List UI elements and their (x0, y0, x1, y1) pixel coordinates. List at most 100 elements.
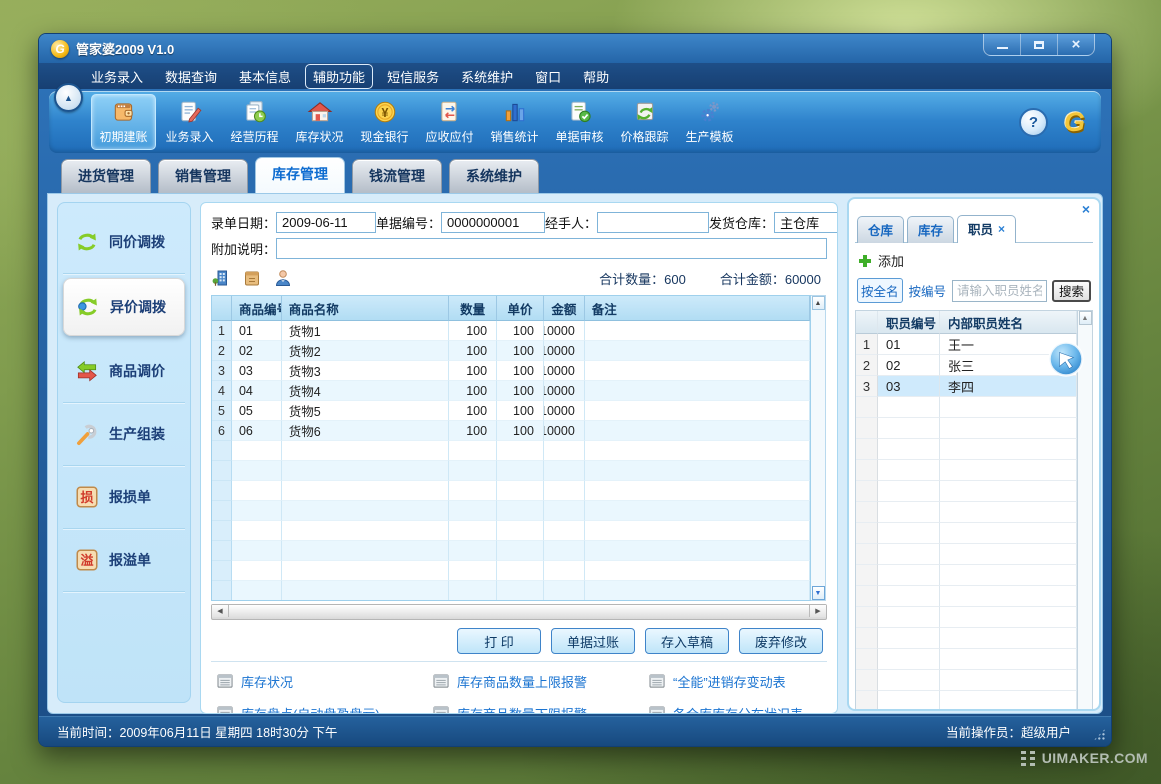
lookup-tab[interactable]: 仓库 (857, 216, 904, 243)
doc-number-input[interactable] (441, 212, 545, 233)
ship-warehouse-input[interactable] (774, 212, 838, 233)
action-button[interactable]: 单据过账 (551, 628, 635, 654)
note-input[interactable] (276, 238, 827, 259)
toolbar-item[interactable]: 生产模板 (678, 95, 741, 149)
filter-by-fullname-button[interactable]: 按全名 (857, 278, 903, 303)
staff-row[interactable] (856, 502, 1077, 523)
minimize-button[interactable] (984, 34, 1020, 55)
staff-row[interactable]: 101王一 (856, 334, 1077, 355)
table-row[interactable] (212, 501, 810, 521)
sidebar-item[interactable]: 生产组装 (63, 403, 185, 466)
menu-item[interactable]: 短信服务 (379, 64, 447, 89)
quick-link[interactable]: “全能”进销存变动表 (649, 672, 823, 691)
staff-row[interactable] (856, 523, 1077, 544)
tab-close-icon[interactable]: × (998, 223, 1005, 235)
tab-item[interactable]: 钱流管理 (352, 159, 442, 193)
table-row[interactable]: 505货物510010010000 (212, 401, 810, 421)
toolbar-item[interactable]: 经营历程 (223, 95, 286, 149)
staff-row[interactable] (856, 691, 1077, 711)
menu-item[interactable]: 系统维护 (453, 64, 521, 89)
items-table-vscrollbar[interactable]: ▲ ▼ (811, 295, 826, 601)
warehouse-picker-icon[interactable] (211, 268, 231, 288)
table-row[interactable]: 101货物110010010000 (212, 321, 810, 341)
toolbar-item[interactable]: 业务录入 (158, 95, 221, 149)
table-row[interactable] (212, 541, 810, 561)
order-date-input[interactable] (276, 212, 376, 233)
staff-row[interactable] (856, 439, 1077, 460)
toolbar-item[interactable]: 销售统计 (483, 95, 546, 149)
menu-item[interactable]: 帮助 (575, 64, 617, 89)
table-row[interactable] (212, 521, 810, 541)
staff-row[interactable] (856, 481, 1077, 502)
stock-picker-icon[interactable] (242, 268, 262, 288)
toolbar-item[interactable]: ¥现金银行 (353, 95, 416, 149)
table-row[interactable] (212, 481, 810, 501)
toolbar-item[interactable]: 应收应付 (418, 95, 481, 149)
help-icon[interactable]: ? (1019, 108, 1048, 137)
staff-row[interactable]: 303李四 (856, 376, 1077, 397)
action-button[interactable]: 存入草稿 (645, 628, 729, 654)
quick-link[interactable]: 库存商品数量上限报警 (433, 672, 649, 691)
action-button[interactable]: 废弃修改 (739, 628, 823, 654)
filter-by-code-button[interactable]: 按编号 (908, 279, 948, 302)
staff-row[interactable] (856, 460, 1077, 481)
toolbar-item[interactable]: 价格跟踪 (613, 95, 676, 149)
menu-item[interactable]: 辅助功能 (305, 64, 373, 89)
table-row[interactable] (212, 581, 810, 601)
staff-row[interactable] (856, 628, 1077, 649)
sidebar-item[interactable]: 同价调拨 (63, 211, 185, 274)
scroll-up-icon[interactable]: ▲ (1079, 311, 1092, 325)
staff-row[interactable] (856, 565, 1077, 586)
table-row[interactable]: 404货物410010010000 (212, 381, 810, 401)
scroll-up-icon[interactable]: ▲ (812, 296, 825, 310)
staff-row[interactable] (856, 649, 1077, 670)
sidebar-item[interactable]: 溢报溢单 (63, 529, 185, 592)
table-row[interactable]: 303货物310010010000 (212, 361, 810, 381)
search-button[interactable]: 搜索 (1052, 280, 1091, 302)
scroll-right-icon[interactable]: ▶ (809, 605, 826, 617)
toolbar-item[interactable]: 单据审核 (548, 95, 611, 149)
table-row[interactable] (212, 461, 810, 481)
staff-row[interactable] (856, 397, 1077, 418)
lookup-tab[interactable]: 库存 (907, 216, 954, 243)
quick-link[interactable]: 库存状况 (217, 672, 433, 691)
panel-close-icon[interactable]: × (1082, 202, 1090, 216)
quick-link[interactable]: 库存商品数量下限报警 (433, 704, 649, 714)
add-button[interactable]: 添加 (878, 251, 904, 270)
table-row[interactable]: 202货物210010010000 (212, 341, 810, 361)
toolbar-item[interactable]: 库存状况 (288, 95, 351, 149)
tab-item[interactable]: 进货管理 (61, 159, 151, 193)
staff-search-input[interactable] (952, 280, 1047, 302)
maximize-button[interactable] (1020, 34, 1057, 55)
table-row[interactable] (212, 561, 810, 581)
staff-row[interactable] (856, 544, 1077, 565)
handler-input[interactable] (597, 212, 709, 233)
staff-row[interactable] (856, 586, 1077, 607)
tab-item[interactable]: 系统维护 (449, 159, 539, 193)
scroll-left-icon[interactable]: ◀ (212, 605, 229, 617)
lookup-tab-active[interactable]: 职员× (957, 215, 1016, 243)
staff-row[interactable]: 202张三 (856, 355, 1077, 376)
menu-item[interactable]: 业务录入 (83, 64, 151, 89)
staff-row[interactable] (856, 418, 1077, 439)
staff-table-vscrollbar[interactable]: ▲ ▼ (1078, 310, 1093, 711)
quick-link[interactable]: 库存盘点(自动盘盈盘亏) (217, 704, 433, 714)
action-button[interactable]: 打 印 (457, 628, 541, 654)
toolbar-item[interactable]: 初期建账 (91, 94, 156, 150)
staff-row[interactable] (856, 670, 1077, 691)
table-row[interactable]: 606货物610010010000 (212, 421, 810, 441)
sidebar-item[interactable]: 商品调价 (63, 340, 185, 403)
sidebar-item[interactable]: 损报损单 (63, 466, 185, 529)
staff-row[interactable] (856, 607, 1077, 628)
table-row[interactable] (212, 441, 810, 461)
quick-link[interactable]: 各仓库库存分布状况表 (649, 704, 823, 714)
collapse-toolbar-button[interactable]: ▲ (54, 83, 83, 112)
menu-item[interactable]: 窗口 (527, 64, 569, 89)
staff-picker-icon[interactable] (273, 268, 293, 288)
close-button[interactable]: × (1057, 34, 1094, 55)
items-table-hscrollbar[interactable]: ◀ ▶ (211, 604, 827, 620)
tab-item[interactable]: 销售管理 (158, 159, 248, 193)
resize-grip[interactable] (1093, 728, 1106, 741)
sidebar-item[interactable]: 异价调拨 (63, 278, 185, 336)
menu-item[interactable]: 基本信息 (231, 64, 299, 89)
